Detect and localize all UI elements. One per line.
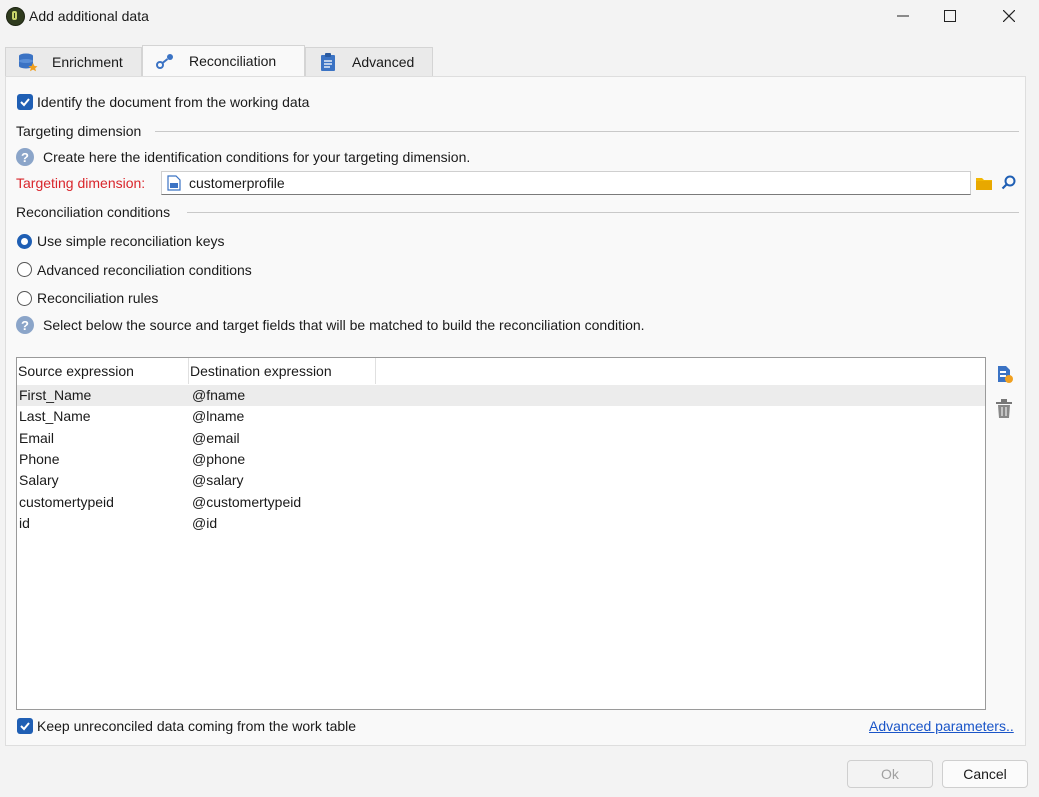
table-row[interactable]: Salary @salary: [17, 470, 985, 491]
close-icon: [1003, 10, 1015, 22]
help-icon: ?: [16, 316, 34, 334]
minimize-button[interactable]: [880, 0, 926, 32]
advanced-parameters-link[interactable]: Advanced parameters..: [869, 718, 1014, 734]
identify-checkbox-label: Identify the document from the working d…: [37, 94, 310, 110]
targeting-help-text: Create here the identification condition…: [43, 149, 471, 165]
table-row[interactable]: First_Name @fname: [17, 385, 985, 406]
checkmark-icon: [20, 722, 30, 731]
maximize-button[interactable]: [927, 0, 973, 32]
source-expression-cell: First_Name: [19, 387, 92, 403]
tab-enrichment-label: Enrichment: [52, 54, 123, 70]
minimize-icon: [897, 15, 909, 17]
targeting-dimension-field[interactable]: customerprofile: [161, 171, 971, 195]
reconciliation-section-title: Reconciliation conditions: [16, 204, 171, 220]
radio-reconciliation-rules[interactable]: [17, 291, 32, 306]
table-row[interactable]: Phone @phone: [17, 449, 985, 470]
reconciliation-separator: [187, 212, 1019, 213]
ok-button[interactable]: Ok: [847, 760, 933, 788]
source-expression-cell: Salary: [19, 472, 59, 489]
reconciliation-help-text: Select below the source and target field…: [43, 317, 645, 333]
reconciliation-table[interactable]: Source expression Destination expression…: [16, 357, 986, 710]
link-nodes-icon: [155, 51, 175, 71]
column-header-destination[interactable]: Destination expression: [189, 358, 376, 384]
folder-icon[interactable]: [976, 176, 992, 193]
identify-checkbox[interactable]: [17, 94, 33, 110]
targeting-dimension-label: Targeting dimension:: [16, 175, 146, 191]
search-icon[interactable]: [1001, 175, 1017, 194]
targeting-dimension-value: customerprofile: [189, 175, 285, 191]
destination-expression-cell: @salary: [192, 472, 244, 489]
tab-reconciliation[interactable]: Reconciliation: [142, 45, 305, 76]
radio-simple-keys-label: Use simple reconciliation keys: [37, 233, 225, 249]
destination-expression-cell: @email: [192, 429, 240, 446]
app-icon: [6, 7, 25, 26]
source-expression-cell: customertypeid: [19, 493, 114, 510]
targeting-separator: [155, 131, 1019, 132]
column-header-source[interactable]: Source expression: [17, 358, 189, 384]
source-expression-cell: Last_Name: [19, 408, 91, 425]
table-row[interactable]: Email @email: [17, 428, 985, 449]
window-title: Add additional data: [29, 8, 149, 24]
destination-expression-cell: @fname: [192, 387, 246, 403]
checkmark-icon: [20, 98, 30, 107]
clipboard-icon: [318, 52, 338, 72]
source-expression-cell: id: [19, 514, 30, 531]
trash-icon[interactable]: [995, 399, 1013, 422]
destination-expression-cell: @id: [192, 514, 218, 531]
table-row[interactable]: customertypeid @customertypeid: [17, 492, 985, 513]
tab-advanced-label: Advanced: [352, 54, 415, 70]
tab-advanced[interactable]: Advanced: [305, 47, 433, 76]
destination-expression-cell: @customertypeid: [192, 493, 302, 510]
table-row[interactable]: id @id: [17, 513, 985, 534]
keep-unreconciled-label: Keep unreconciled data coming from the w…: [37, 718, 357, 734]
radio-advanced-conditions[interactable]: [17, 262, 32, 277]
close-button[interactable]: [986, 0, 1032, 32]
radio-reconciliation-rules-label: Reconciliation rules: [37, 290, 159, 306]
help-icon: ?: [16, 148, 34, 166]
tab-enrichment[interactable]: Enrichment: [5, 47, 142, 76]
destination-expression-cell: @lname: [192, 408, 245, 425]
table-row[interactable]: Last_Name @lname: [17, 406, 985, 427]
destination-expression-cell: @phone: [192, 450, 246, 467]
radio-simple-keys[interactable]: [17, 234, 32, 249]
maximize-icon: [944, 10, 956, 22]
add-field-icon[interactable]: [994, 364, 1014, 387]
keep-unreconciled-checkbox[interactable]: [17, 718, 33, 734]
targeting-section-title: Targeting dimension: [16, 123, 142, 139]
schema-file-icon: [167, 175, 181, 191]
source-expression-cell: Email: [19, 429, 55, 446]
radio-advanced-conditions-label: Advanced reconciliation conditions: [37, 262, 252, 278]
cancel-button[interactable]: Cancel: [942, 760, 1028, 788]
tab-reconciliation-label: Reconciliation: [189, 53, 277, 69]
source-expression-cell: Phone: [19, 450, 60, 467]
database-star-icon: [18, 52, 38, 72]
